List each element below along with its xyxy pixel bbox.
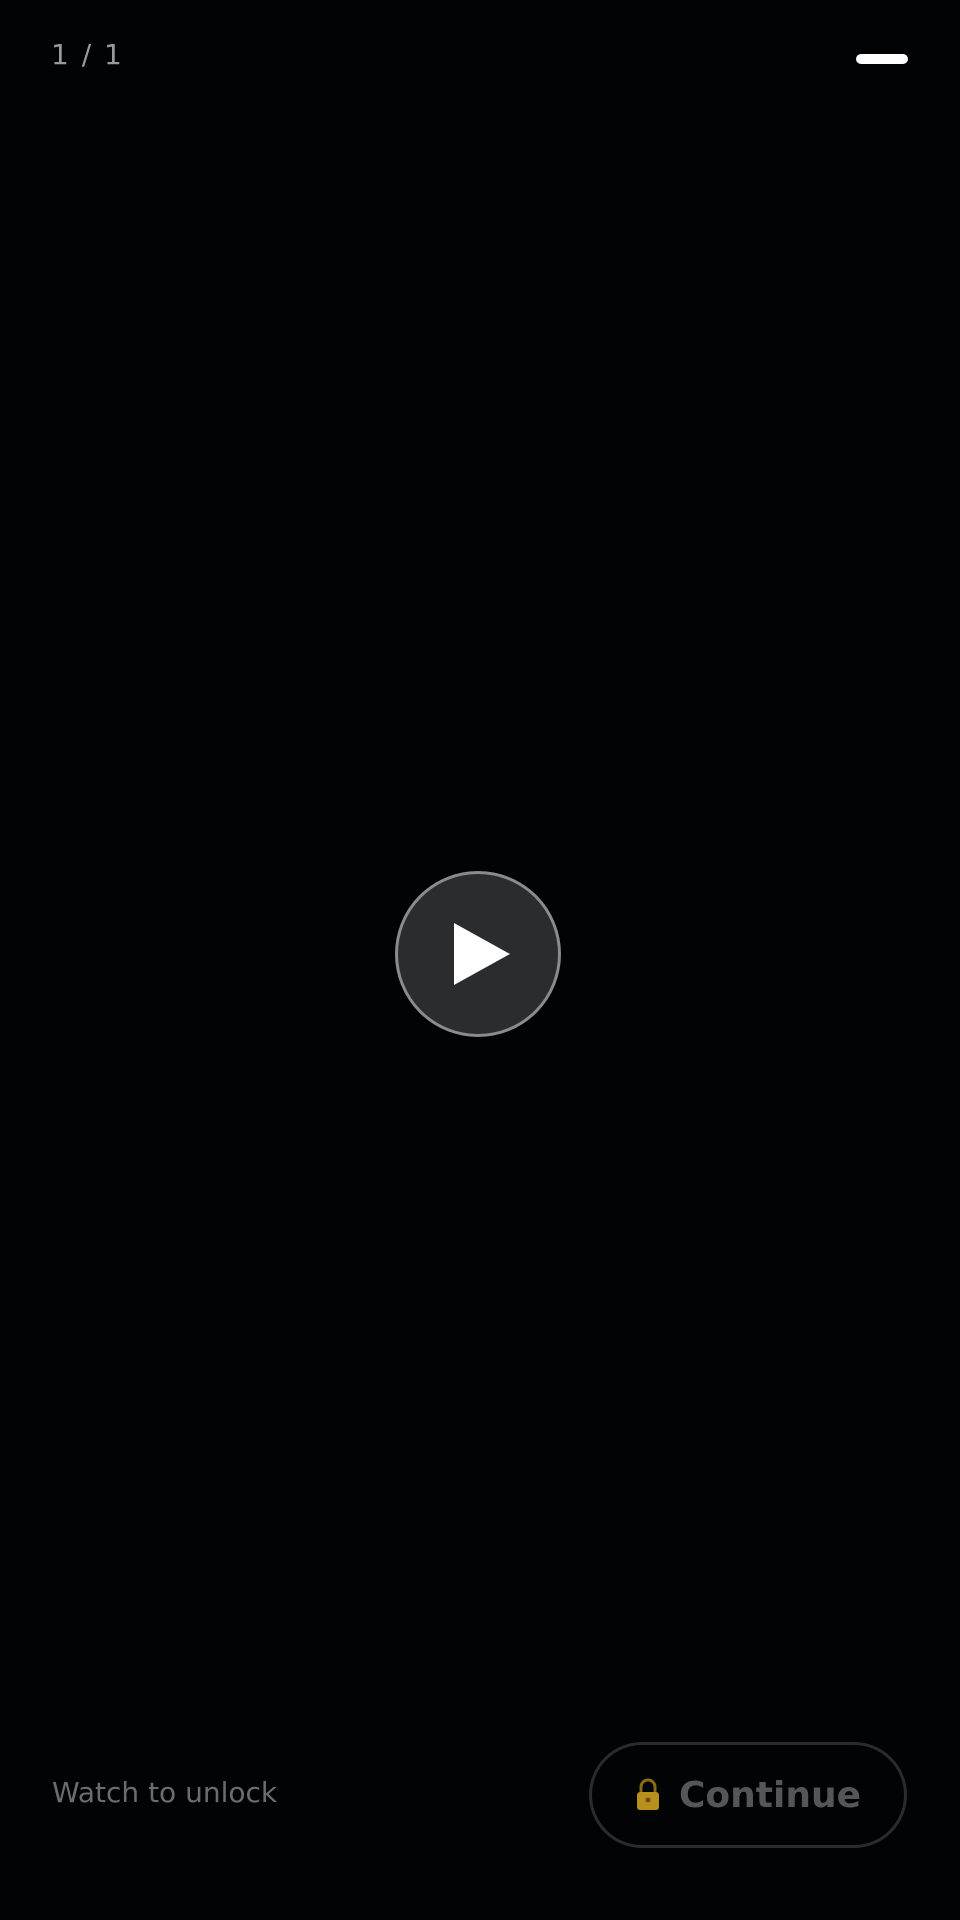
menu-bar-icon[interactable] — [856, 54, 908, 64]
video-unlock-screen: 1 / 1 Watch to unlock Continue — [0, 0, 960, 1920]
continue-label: Continue — [678, 1774, 861, 1816]
play-icon — [454, 923, 510, 985]
play-button[interactable] — [395, 871, 561, 1037]
page-indicator: 1 / 1 — [51, 38, 124, 71]
watch-to-unlock-text: Watch to unlock — [52, 1776, 278, 1809]
continue-button[interactable]: Continue — [589, 1742, 907, 1848]
bottom-bar: Watch to unlock Continue — [0, 1740, 960, 1850]
lock-icon — [635, 1778, 661, 1812]
